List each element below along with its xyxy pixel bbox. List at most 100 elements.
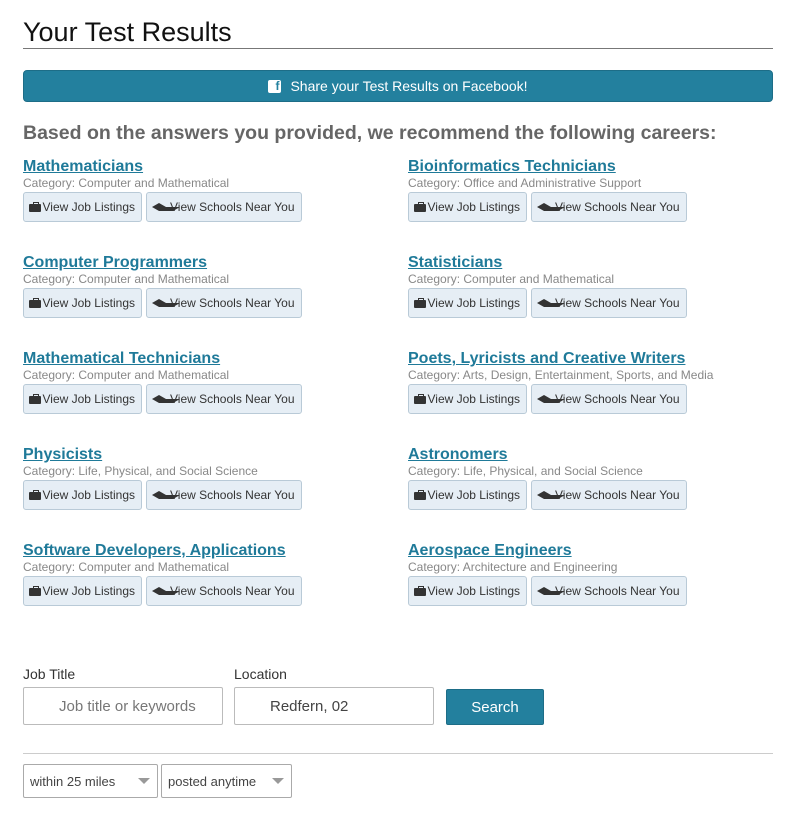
title-divider (23, 48, 773, 49)
view-job-listings-button[interactable]: View Job Listings (23, 576, 142, 606)
location-label: Location (234, 666, 287, 682)
career-title-link[interactable]: Statisticians (408, 253, 788, 272)
filters-divider (23, 753, 773, 754)
career-title-link[interactable]: Aerospace Engineers (408, 541, 788, 560)
share-facebook-button[interactable]: f Share your Test Results on Facebook! (23, 70, 773, 102)
graduation-cap-icon (537, 586, 565, 596)
posted-select[interactable]: posted anytime (161, 764, 292, 798)
view-job-listings-label: View Job Listings (42, 488, 136, 502)
view-schools-label: View Schools Near You (555, 488, 680, 502)
briefcase-icon (414, 586, 426, 596)
career-actions: View Job Listings View Schools Near You (23, 576, 302, 606)
view-schools-button[interactable]: View Schools Near You (146, 288, 302, 318)
graduation-cap-icon (537, 394, 565, 404)
career-title-link[interactable]: Software Developers, Applications (23, 541, 403, 560)
graduation-cap-icon (152, 586, 180, 596)
graduation-cap-icon (152, 202, 180, 212)
distance-select-value: within 25 miles (30, 773, 116, 789)
career-title-link[interactable]: Mathematical Technicians (23, 349, 403, 368)
view-schools-button[interactable]: View Schools Near You (146, 384, 302, 414)
career-category: Category: Computer and Mathematical (23, 368, 230, 382)
career-title-link[interactable]: Computer Programmers (23, 253, 403, 272)
view-job-listings-button[interactable]: View Job Listings (23, 192, 142, 222)
view-schools-button[interactable]: View Schools Near You (146, 480, 302, 510)
view-schools-button[interactable]: View Schools Near You (531, 480, 687, 510)
career-card: Bioinformatics Technicians Category: Off… (408, 157, 788, 237)
career-actions: View Job Listings View Schools Near You (408, 384, 687, 414)
career-category: Category: Architecture and Engineering (408, 560, 618, 574)
career-actions: View Job Listings View Schools Near You (23, 480, 302, 510)
career-title-link[interactable]: Physicists (23, 445, 403, 464)
job-title-input[interactable] (23, 687, 223, 725)
view-job-listings-button[interactable]: View Job Listings (408, 576, 527, 606)
view-schools-button[interactable]: View Schools Near You (531, 192, 687, 222)
career-card: Physicists Category: Life, Physical, and… (23, 445, 403, 525)
graduation-cap-icon (537, 490, 565, 500)
graduation-cap-icon (152, 490, 180, 500)
chevron-down-icon (138, 778, 150, 784)
view-schools-label: View Schools Near You (555, 296, 680, 310)
view-job-listings-label: View Job Listings (427, 296, 521, 310)
posted-select-value: posted anytime (168, 773, 257, 789)
search-button[interactable]: Search (446, 689, 544, 725)
career-actions: View Job Listings View Schools Near You (408, 192, 687, 222)
graduation-cap-icon (537, 202, 565, 212)
career-card: Mathematicians Category: Computer and Ma… (23, 157, 403, 237)
briefcase-icon (414, 298, 426, 308)
view-schools-button[interactable]: View Schools Near You (146, 576, 302, 606)
chevron-down-icon (272, 778, 284, 784)
career-title-link[interactable]: Astronomers (408, 445, 788, 464)
distance-select[interactable]: within 25 miles (23, 764, 158, 798)
briefcase-icon (29, 490, 41, 500)
location-input[interactable] (234, 687, 434, 725)
view-job-listings-label: View Job Listings (42, 200, 136, 214)
share-facebook-label: Share your Test Results on Facebook! (290, 78, 528, 94)
briefcase-icon (29, 394, 41, 404)
briefcase-icon (29, 202, 41, 212)
view-job-listings-button[interactable]: View Job Listings (408, 288, 527, 318)
career-category: Category: Computer and Mathematical (408, 272, 615, 286)
career-card: Statisticians Category: Computer and Mat… (408, 253, 788, 333)
career-card: Aerospace Engineers Category: Architectu… (408, 541, 788, 621)
briefcase-icon (414, 394, 426, 404)
view-job-listings-label: View Job Listings (427, 200, 521, 214)
view-job-listings-button[interactable]: View Job Listings (408, 384, 527, 414)
career-category: Category: Arts, Design, Entertainment, S… (408, 368, 714, 382)
facebook-icon: f (268, 79, 282, 93)
career-card: Astronomers Category: Life, Physical, an… (408, 445, 788, 525)
recommendation-heading: Based on the answers you provided, we re… (23, 122, 717, 144)
briefcase-icon (29, 298, 41, 308)
career-card: Software Developers, Applications Catego… (23, 541, 403, 621)
career-title-link[interactable]: Bioinformatics Technicians (408, 157, 788, 176)
view-job-listings-label: View Job Listings (427, 488, 521, 502)
view-schools-button[interactable]: View Schools Near You (531, 384, 687, 414)
view-schools-label: View Schools Near You (170, 392, 295, 406)
view-schools-label: View Schools Near You (170, 488, 295, 502)
view-schools-label: View Schools Near You (555, 392, 680, 406)
career-card: Poets, Lyricists and Creative Writers Ca… (408, 349, 788, 429)
view-schools-label: View Schools Near You (170, 296, 295, 310)
briefcase-icon (414, 490, 426, 500)
graduation-cap-icon (537, 298, 565, 308)
career-title-link[interactable]: Poets, Lyricists and Creative Writers (408, 349, 788, 368)
view-job-listings-button[interactable]: View Job Listings (408, 480, 527, 510)
career-actions: View Job Listings View Schools Near You (408, 576, 687, 606)
career-actions: View Job Listings View Schools Near You (23, 192, 302, 222)
view-job-listings-button[interactable]: View Job Listings (408, 192, 527, 222)
view-schools-button[interactable]: View Schools Near You (531, 576, 687, 606)
graduation-cap-icon (152, 298, 180, 308)
view-job-listings-button[interactable]: View Job Listings (23, 288, 142, 318)
view-schools-button[interactable]: View Schools Near You (146, 192, 302, 222)
career-category: Category: Computer and Mathematical (23, 560, 230, 574)
view-schools-label: View Schools Near You (555, 200, 680, 214)
career-actions: View Job Listings View Schools Near You (408, 288, 687, 318)
page-title: Your Test Results (23, 17, 232, 47)
view-schools-label: View Schools Near You (555, 584, 680, 598)
career-title-link[interactable]: Mathematicians (23, 157, 403, 176)
view-job-listings-button[interactable]: View Job Listings (23, 384, 142, 414)
view-schools-button[interactable]: View Schools Near You (531, 288, 687, 318)
view-job-listings-button[interactable]: View Job Listings (23, 480, 142, 510)
view-job-listings-label: View Job Listings (42, 392, 136, 406)
graduation-cap-icon (152, 394, 180, 404)
view-job-listings-label: View Job Listings (42, 296, 136, 310)
